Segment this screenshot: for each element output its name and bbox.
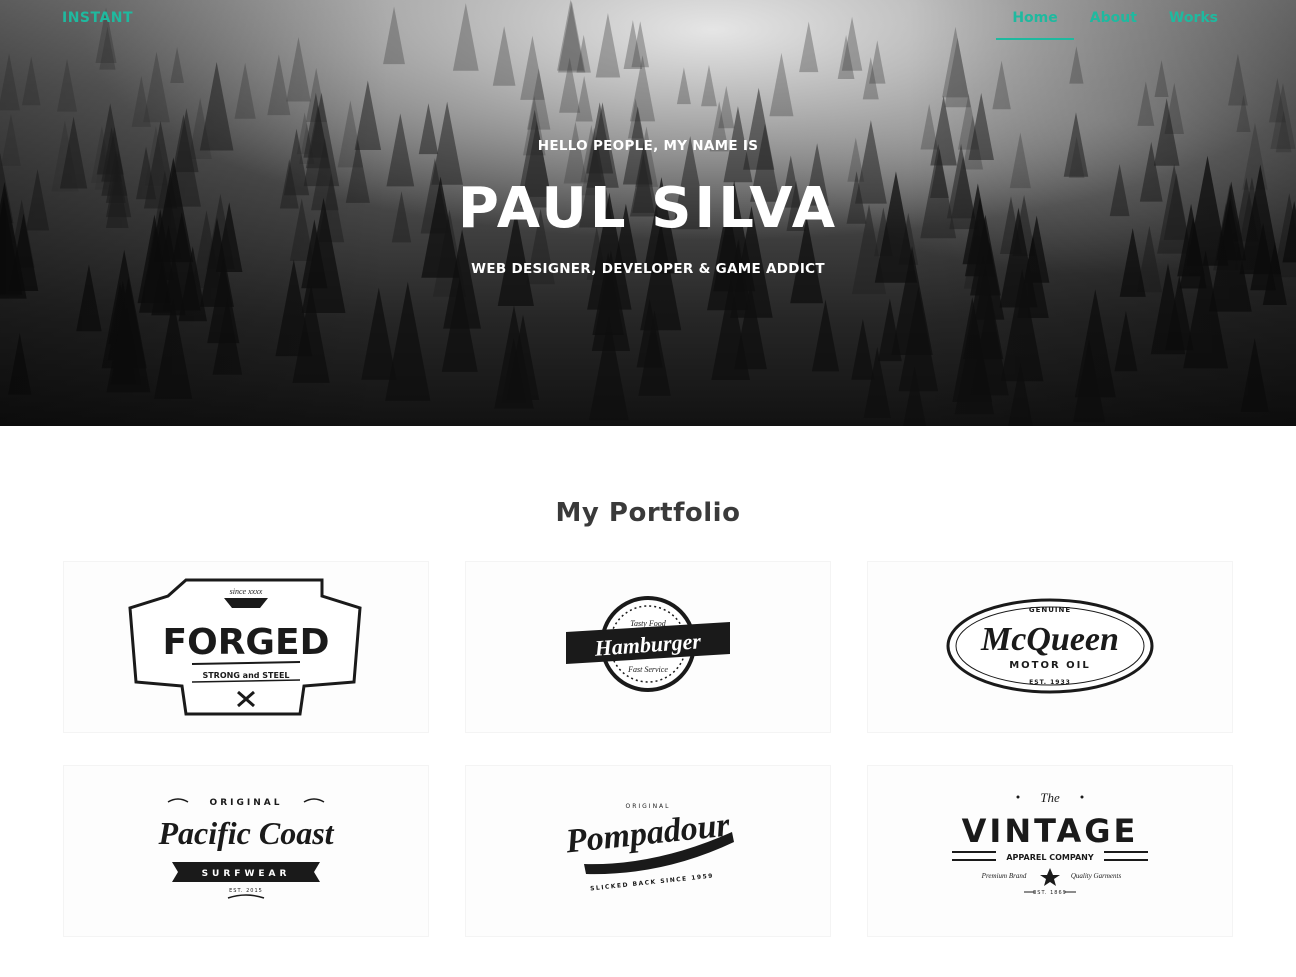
- svg-text:MOTOR OIL: MOTOR OIL: [1009, 660, 1091, 671]
- forged-logo: since xxxx FORGED STRONG and STEEL: [128, 578, 362, 716]
- svg-text:SURFWEAR: SURFWEAR: [202, 869, 291, 879]
- portfolio-item-pompadour[interactable]: ORIGINAL Pompadour SLICKED BACK SINCE 19…: [466, 766, 830, 936]
- nav-about[interactable]: About: [1074, 10, 1153, 40]
- brand-logo[interactable]: INSTANT: [62, 10, 133, 26]
- pacific-coast-logo: ORIGINAL Pacific Coast SURFWEAR EST. 201…: [157, 798, 335, 899]
- svg-text:EST. 2015: EST. 2015: [229, 888, 263, 894]
- svg-text:ORIGINAL: ORIGINAL: [210, 798, 283, 808]
- svg-text:Fast Service: Fast Service: [627, 665, 668, 674]
- mcqueen-logo: GENUINE McQueen MOTOR OIL EST. 1933: [946, 598, 1154, 694]
- svg-text:GENUINE: GENUINE: [1029, 606, 1071, 614]
- hero-tagline: WEB DESIGNER, DEVELOPER & GAME ADDICT: [471, 261, 825, 277]
- svg-text:SLICKED BACK SINCE 1959: SLICKED BACK SINCE 1959: [590, 873, 714, 893]
- portfolio-item-hamburger[interactable]: Tasty Food Hamburger Fast Service: [466, 562, 830, 732]
- main-nav: Home About Works: [996, 10, 1234, 40]
- svg-text:APPAREL COMPANY: APPAREL COMPANY: [1006, 853, 1094, 862]
- vintage-logo: The VINTAGE APPAREL COMPANY Premium Bran…: [952, 790, 1148, 896]
- svg-text:Premium Brand: Premium Brand: [981, 872, 1027, 880]
- pompadour-logo: ORIGINAL Pompadour SLICKED BACK SINCE 19…: [563, 803, 734, 893]
- svg-text:EST. 1869: EST. 1869: [1033, 890, 1067, 896]
- svg-text:Pacific Coast: Pacific Coast: [157, 815, 334, 851]
- portfolio-item-vintage[interactable]: The VINTAGE APPAREL COMPANY Premium Bran…: [868, 766, 1232, 936]
- svg-text:VINTAGE: VINTAGE: [962, 812, 1139, 850]
- hero-section: INSTANT Home About Works HELLO PEOPLE, M…: [0, 0, 1296, 426]
- svg-text:FORGED: FORGED: [163, 622, 330, 663]
- portfolio-item-mcqueen[interactable]: GENUINE McQueen MOTOR OIL EST. 1933: [868, 562, 1232, 732]
- portfolio-item-pacific-coast[interactable]: ORIGINAL Pacific Coast SURFWEAR EST. 201…: [64, 766, 428, 936]
- hero-name: PAUL SILVA: [457, 176, 839, 241]
- hero-greeting: HELLO PEOPLE, MY NAME IS: [537, 138, 759, 154]
- svg-text:Quality Garments: Quality Garments: [1071, 872, 1122, 880]
- hamburger-logo: Tasty Food Hamburger Fast Service: [566, 596, 730, 692]
- svg-text:since xxxx: since xxxx: [230, 587, 263, 596]
- portfolio-title: My Portfolio: [555, 498, 741, 528]
- svg-text:STRONG and STEEL: STRONG and STEEL: [202, 671, 289, 680]
- svg-text:ORIGINAL: ORIGINAL: [625, 803, 670, 810]
- nav-home[interactable]: Home: [996, 10, 1074, 40]
- svg-text:McQueen: McQueen: [980, 621, 1119, 658]
- portfolio-item-forged[interactable]: since xxxx FORGED STRONG and STEEL: [64, 562, 428, 732]
- nav-works[interactable]: Works: [1153, 10, 1234, 40]
- svg-text:The: The: [1040, 790, 1060, 805]
- svg-text:EST. 1933: EST. 1933: [1029, 679, 1071, 686]
